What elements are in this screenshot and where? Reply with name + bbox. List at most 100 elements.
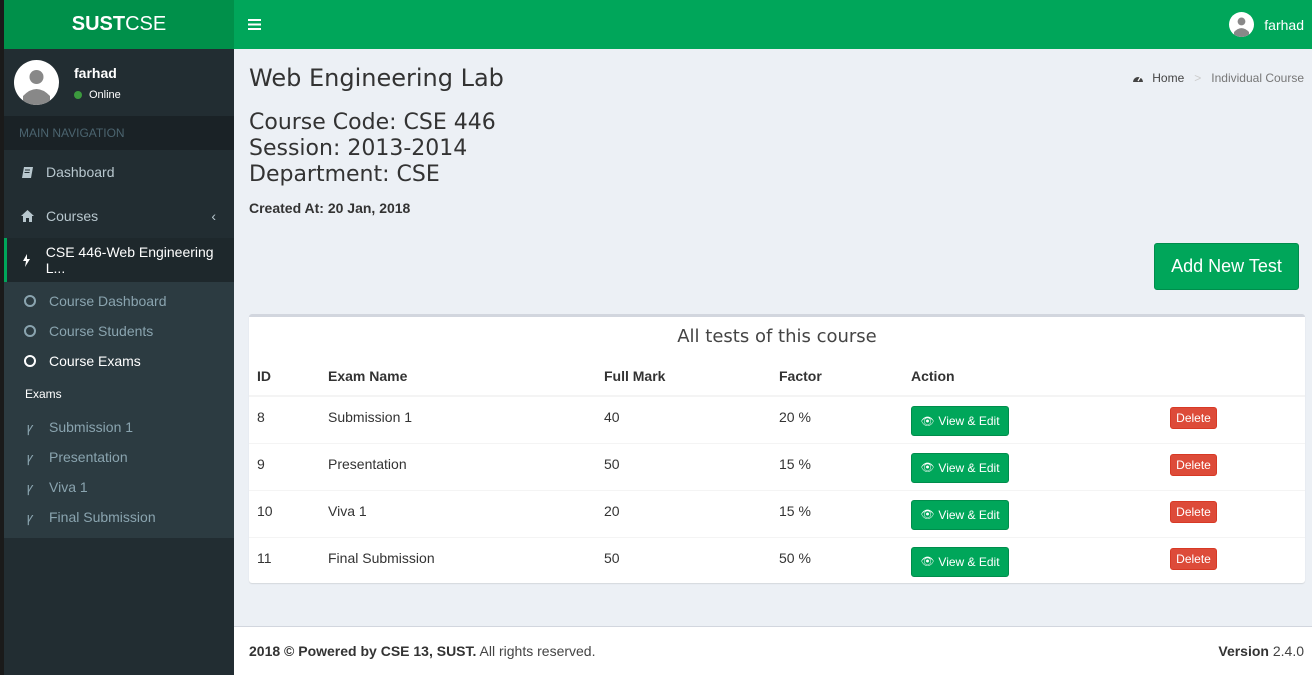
sidebar: SUST CSE farhad Online MAIN NAVIGATION Da… [0, 0, 234, 675]
cell-delete: Delete [1162, 395, 1305, 443]
view-edit-button[interactable]: 👁 View & Edit [911, 452, 1009, 483]
submenu-exam-final-submission[interactable]: ꝩ Final Submission [4, 502, 234, 532]
cell-factor: 15 % [771, 442, 903, 490]
submenu-label: Course Students [49, 323, 154, 339]
delete-button[interactable]: Delete [1170, 453, 1217, 476]
cell-full-mark: 50 [596, 442, 771, 490]
submenu-label: Course Exams [49, 353, 141, 369]
topbar-user-name: farhad [1264, 16, 1304, 33]
add-new-test-button[interactable]: Add New Test [1154, 243, 1299, 290]
table-row: 10 Viva 1 20 15 % 👁 View & Edit Delete [249, 489, 1305, 537]
footer: 2018 © Powered by CSE 13, SUST. All righ… [234, 626, 1312, 675]
submenu-label: Presentation [49, 449, 128, 465]
breadcrumb-home[interactable]: Home [1152, 71, 1184, 85]
tests-box-title: All tests of this course [677, 326, 877, 347]
view-edit-label: View & Edit [938, 507, 1000, 522]
view-edit-label: View & Edit [938, 414, 1000, 428]
circle-icon [24, 355, 36, 367]
cell-full-mark: 50 [596, 536, 771, 584]
cell-full-mark: 40 [596, 395, 771, 443]
view-edit-button[interactable]: 👁 View & Edit [911, 499, 1009, 530]
submenu-course-exams[interactable]: Course Exams [4, 346, 234, 376]
sidebar-item-label: CSE 446-Web Engineering L... [45, 244, 214, 276]
view-edit-label: View & Edit [938, 554, 1000, 569]
avatar [1229, 12, 1255, 37]
delete-button[interactable]: Delete [1170, 407, 1217, 429]
table-row: 9 Presentation 50 15 % 👁 View & Edit Dele… [249, 442, 1305, 490]
online-dot-icon [74, 90, 82, 99]
code-fork-icon: ꝩ [26, 420, 34, 435]
submenu-label: Course Dashboard [49, 293, 167, 309]
code-fork-icon: ꝩ [26, 480, 34, 495]
submenu-exam-viva-1[interactable]: ꝩ Viva 1 [4, 472, 234, 502]
user-panel: farhad Online [4, 49, 234, 116]
page-title: Web Engineering Lab [249, 64, 504, 92]
cell-factor: 15 % [771, 489, 903, 537]
cell-delete: Delete [1162, 489, 1305, 537]
footer-copyright-bold: 2018 © Powered by CSE 13, SUST. [249, 643, 477, 659]
exams-header: Exams [25, 387, 62, 401]
hamburger-menu-icon[interactable] [248, 14, 264, 35]
footer-version: Version 2.4.0 [1218, 643, 1304, 659]
eye-icon: 👁 [920, 509, 935, 521]
cell-id: 9 [249, 442, 320, 490]
cell-exam-name: Submission 1 [320, 395, 596, 443]
sidebar-item-courses[interactable]: Courses ‹ [4, 194, 234, 238]
table-header-row: ID Exam Name Full Mark Factor Action [249, 356, 1305, 397]
sidebar-item-label: Courses [46, 208, 99, 224]
tests-table: ID Exam Name Full Mark Factor Action 8 S… [249, 356, 1305, 584]
cell-id: 8 [249, 395, 320, 443]
cell-factor: 50 % [771, 536, 903, 584]
column-header-id: ID [249, 356, 320, 397]
logo-rest: CSE [125, 13, 167, 35]
created-at: Created At: 20 Jan, 2018 [249, 200, 411, 216]
view-edit-button[interactable]: 👁 View & Edit [911, 546, 1009, 577]
table-row: 11 Final Submission 50 50 % 👁 View & Edit… [249, 536, 1305, 584]
table-row: 8 Submission 1 40 20 % 👁 View & Edit Dele… [249, 395, 1305, 443]
course-submenu: Course Dashboard Course Students Course … [4, 282, 234, 538]
breadcrumb-separator: > [1194, 71, 1202, 85]
cell-exam-name: Viva 1 [320, 489, 596, 537]
main-content: Web Engineering Lab Home > Individual Co… [234, 49, 1312, 626]
cell-delete: Delete [1162, 442, 1305, 490]
breadcrumb-current: Individual Course [1211, 71, 1304, 85]
dashboard-gauge-icon [1132, 73, 1144, 83]
chevron-left-icon: ‹ [211, 208, 216, 224]
eye-icon: 👁 [920, 462, 935, 474]
course-department: Department: CSE [249, 162, 440, 187]
submenu-course-dashboard[interactable]: Course Dashboard [4, 286, 234, 316]
delete-button[interactable]: Delete [1170, 500, 1217, 523]
home-icon [19, 210, 35, 222]
eye-icon: 👁 [920, 556, 935, 568]
course-code: Course Code: CSE 446 [249, 110, 496, 135]
cell-action: 👁 View & Edit [903, 442, 1162, 490]
footer-version-label: Version [1218, 643, 1269, 659]
footer-copyright-rest: All rights reserved. [479, 643, 596, 659]
cell-delete: Delete [1162, 536, 1305, 584]
delete-button[interactable]: Delete [1170, 547, 1217, 570]
column-header-blank [1162, 356, 1305, 397]
submenu-label: Submission 1 [49, 419, 134, 435]
view-edit-label: View & Edit [938, 460, 1000, 475]
eye-icon: 👁 [920, 415, 935, 428]
sidebar-item-label: Dashboard [46, 164, 115, 180]
cell-action: 👁 View & Edit [903, 395, 1162, 443]
user-status-label: Online [89, 88, 121, 101]
sidebar-item-course-cse446[interactable]: CSE 446-Web Engineering L... [4, 238, 234, 282]
submenu-exam-presentation[interactable]: ꝩ Presentation [4, 442, 234, 472]
submenu-exam-submission-1[interactable]: ꝩ Submission 1 [4, 412, 234, 442]
column-header-exam-name: Exam Name [320, 356, 596, 397]
tests-box: All tests of this course ID Exam Name Fu… [249, 314, 1305, 584]
user-menu[interactable]: farhad [1229, 12, 1304, 37]
submenu-label: Final Submission [49, 509, 156, 525]
column-header-full-mark: Full Mark [596, 356, 771, 397]
cell-exam-name: Final Submission [320, 536, 596, 584]
logo[interactable]: SUST CSE [4, 0, 234, 49]
view-edit-button[interactable]: 👁 View & Edit [911, 406, 1009, 436]
course-session: Session: 2013-2014 [249, 136, 468, 161]
submenu-course-students[interactable]: Course Students [4, 316, 234, 346]
cell-factor: 20 % [771, 395, 903, 443]
sidebar-item-dashboard[interactable]: Dashboard [4, 150, 234, 194]
sidebar-user-name: farhad [74, 64, 117, 81]
cell-full-mark: 20 [596, 489, 771, 537]
